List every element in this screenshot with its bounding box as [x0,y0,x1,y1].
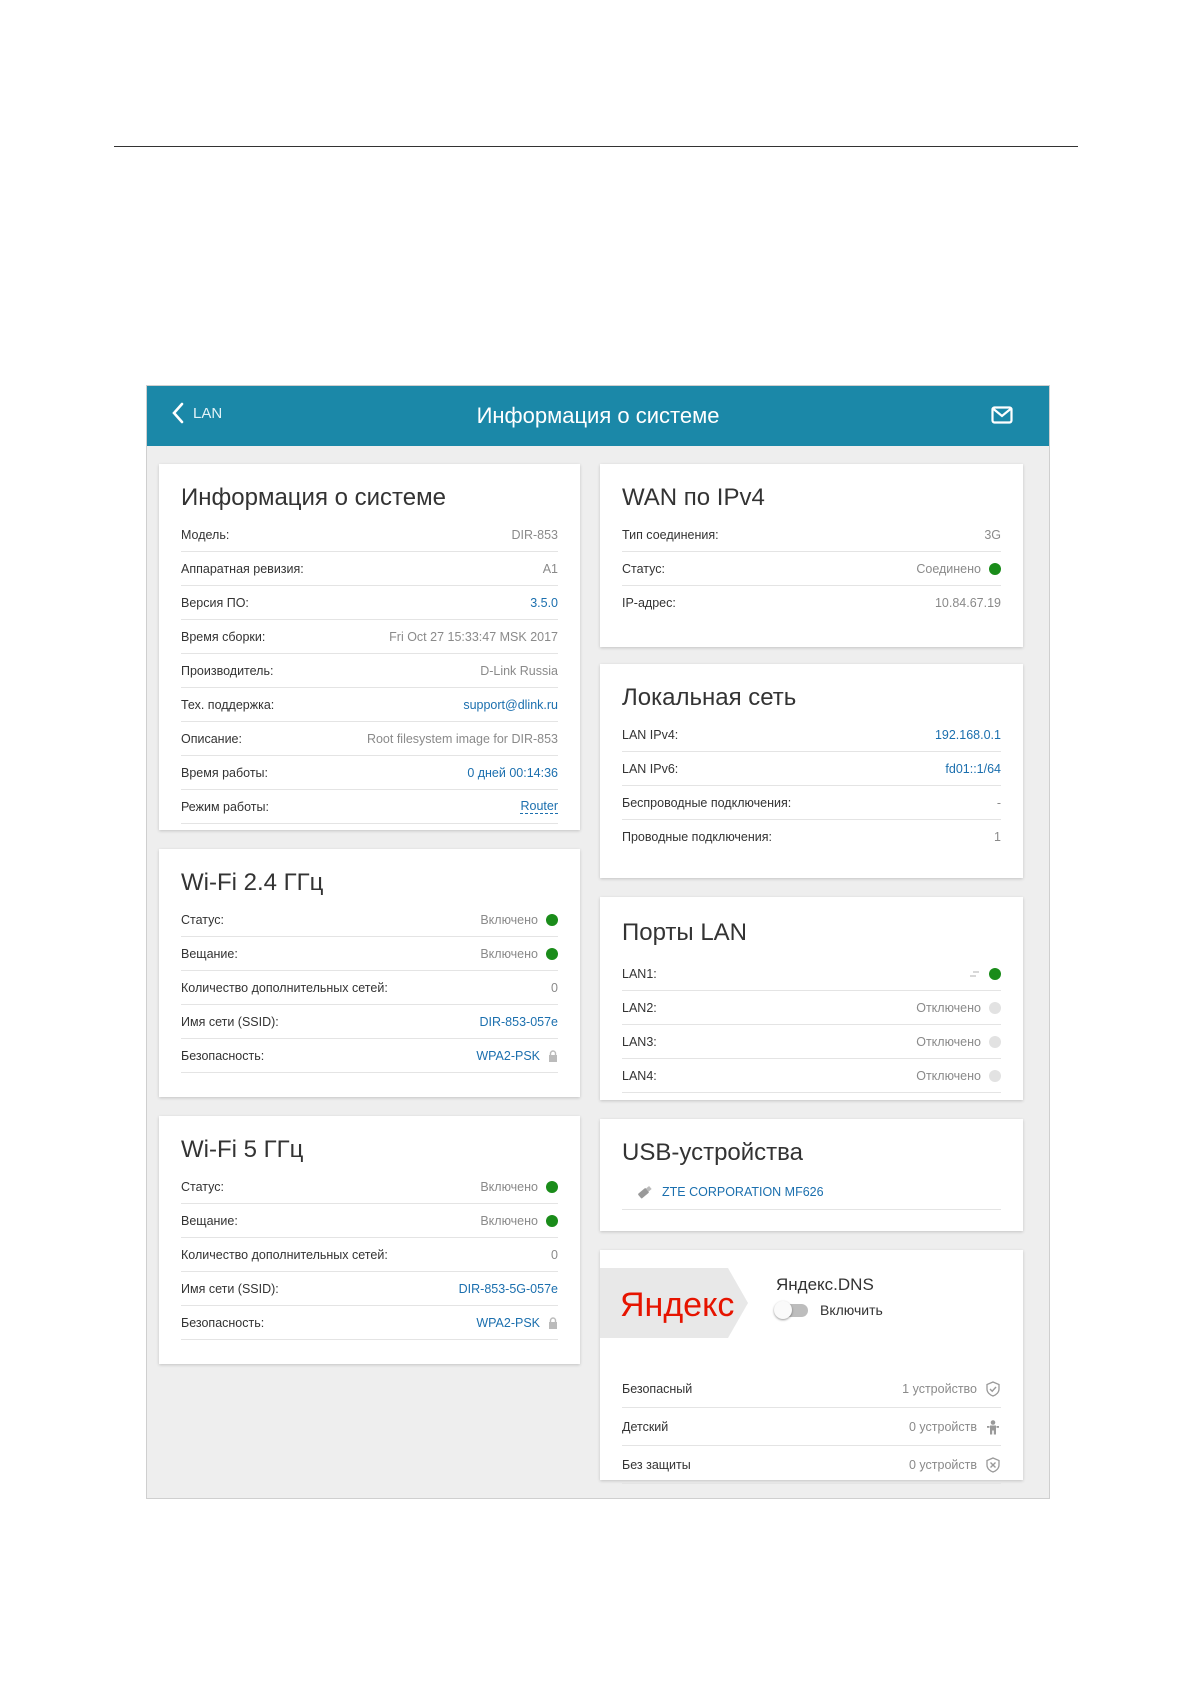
table-row: Проводные подключения: 1 [622,829,1001,844]
table-row: Беспроводные подключения: - [622,786,1001,820]
status-on-indicator [989,967,1001,980]
uptime-link[interactable]: 0 дней 00:14:36 [467,766,558,780]
table-row[interactable]: Без защиты 0 устройств [622,1446,1001,1484]
page-title: Информация о системе [476,403,720,428]
toggle-label: Включить [820,1302,883,1318]
table-row[interactable]: Детский 0 устройств [622,1408,1001,1446]
child-icon [987,1419,999,1434]
router-web-interface: LAN Информация о системе Информация о си… [146,385,1050,1499]
lan-ipv4-link[interactable]: 192.168.0.1 [935,728,1001,742]
table-row: LAN2: Отключено [622,991,1001,1025]
system-info-list: Модель: DIR-853 Аппаратная ревизия: A1 Вер… [181,518,558,824]
system-info-card: Информация о системе Модель: DIR-853 Аппа… [159,464,580,830]
lan-card: Локальная сеть LAN IPv4: 192.168.0.1 LAN … [600,664,1023,878]
status-on-indicator [546,913,558,926]
toggle-knob [774,1300,792,1319]
toggle-track [774,1300,808,1319]
table-row: Статус: Соединено [622,552,1001,586]
lan-title: Локальная сеть [622,684,797,711]
security-link[interactable]: WPA2-PSK [476,1049,540,1063]
table-row: Время сборки: Fri Oct 27 15:33:47 MSK 201… [181,620,558,654]
table-row: Вещание: Включено [181,1204,558,1238]
table-row: Статус: Включено [181,1170,558,1204]
usb-devices-title: USB-устройства [622,1139,803,1166]
table-row: Производитель: D-Link Russia [181,654,558,688]
table-row: LAN IPv6: fd01::1/64 [622,752,1001,786]
table-row: Аппаратная ревизия: A1 [181,552,558,586]
status-on-indicator [989,562,1001,575]
yandex-dns-toggle[interactable]: Включить [774,1300,883,1319]
usb-device-item[interactable]: ZTE CORPORATION MF626 [622,1175,1001,1210]
table-row: Количество дополнительных сетей: 0 [181,1238,558,1272]
operation-mode-link[interactable]: Router [520,799,558,814]
yandex-logo: Яндекс [600,1268,748,1338]
support-email-link[interactable]: support@dlink.ru [463,698,558,712]
table-row: Количество дополнительных сетей: 0 [181,971,558,1005]
table-row: LAN1: [622,957,1001,991]
yandex-dns-card: Яндекс Яндекс.DNS Включить Безопасный 1 у… [600,1250,1023,1484]
firmware-version-link[interactable]: 3.5.0 [530,596,558,610]
table-row[interactable]: Безопасный 1 устройство [622,1370,1001,1408]
ssid-link[interactable]: DIR-853-5G-057e [459,1282,558,1296]
table-row: LAN3: Отключено [622,1025,1001,1059]
table-row: Имя сети (SSID): DIR-853-057e [181,1005,558,1039]
table-row: Безопасность: WPA2-PSK [181,1039,558,1073]
table-row: Модель: DIR-853 [181,518,558,552]
system-info-title: Информация о системе [181,484,446,511]
yandex-dns-modes: Безопасный 1 устройство Детский 0 устройст… [622,1370,1001,1484]
security-link[interactable]: WPA2-PSK [476,1316,540,1330]
lan-ports-title: Порты LAN [622,919,748,946]
port-speed-icon [970,970,979,977]
shield-x-icon [986,1456,1000,1473]
table-row: IP-адрес: 10.84.67.19 [622,595,1001,610]
table-row: LAN IPv4: 192.168.0.1 [622,718,1001,752]
wifi-5-title: Wi-Fi 5 ГГц [181,1136,304,1163]
table-row: Режим работы: Router [181,790,558,824]
table-row: Тип соединения: 3G [622,518,1001,552]
status-on-indicator [546,947,558,960]
yandex-logo-text: Яндекс [620,1286,734,1324]
table-row: Имя сети (SSID): DIR-853-5G-057e [181,1272,558,1306]
table-row: Описание: Root filesystem image for DIR-8… [181,722,558,756]
wan-title: WAN по IPv4 [622,484,765,511]
status-on-indicator [546,1180,558,1193]
wifi-5-card: Wi-Fi 5 ГГц Статус: Включено Вещание: Вклю… [159,1116,580,1364]
document-rule [114,146,1078,147]
lock-icon [549,1049,557,1062]
wan-card: WAN по IPv4 Тип соединения: 3G Статус: Сое… [600,464,1023,647]
table-row: Время работы: 0 дней 00:14:36 [181,756,558,790]
status-off-indicator [989,1035,1001,1048]
status-on-indicator [546,1214,558,1227]
status-off-indicator [989,1001,1001,1014]
table-row: LAN4: Отключено [622,1059,1001,1093]
lan-ipv6-link[interactable]: fd01::1/64 [945,762,1001,776]
table-row: Безопасность: WPA2-PSK [181,1306,558,1340]
yandex-dns-title: Яндекс.DNS [776,1275,874,1294]
table-row: Тех. поддержка: support@dlink.ru [181,688,558,722]
usb-device-name: ZTE CORPORATION MF626 [662,1185,824,1199]
shield-check-icon [986,1380,1000,1397]
lock-icon [549,1316,557,1329]
top-bar: LAN Информация о системе [147,386,1049,446]
usb-devices-card: USB-устройства ZTE CORPORATION MF626 [600,1119,1023,1231]
wifi-24-card: Wi-Fi 2.4 ГГц Статус: Включено Вещание: Вк… [159,849,580,1097]
status-off-indicator [989,1069,1001,1082]
mail-icon[interactable] [991,406,1013,424]
wifi-24-title: Wi-Fi 2.4 ГГц [181,869,324,896]
table-row: Вещание: Включено [181,937,558,971]
usb-stick-icon [638,1185,652,1199]
lan-ports-card: Порты LAN LAN1: LAN2: Отключено LAN3: Откл… [600,897,1023,1100]
ssid-link[interactable]: DIR-853-057e [479,1015,558,1029]
table-row: Статус: Включено [181,903,558,937]
table-row: Версия ПО: 3.5.0 [181,586,558,620]
